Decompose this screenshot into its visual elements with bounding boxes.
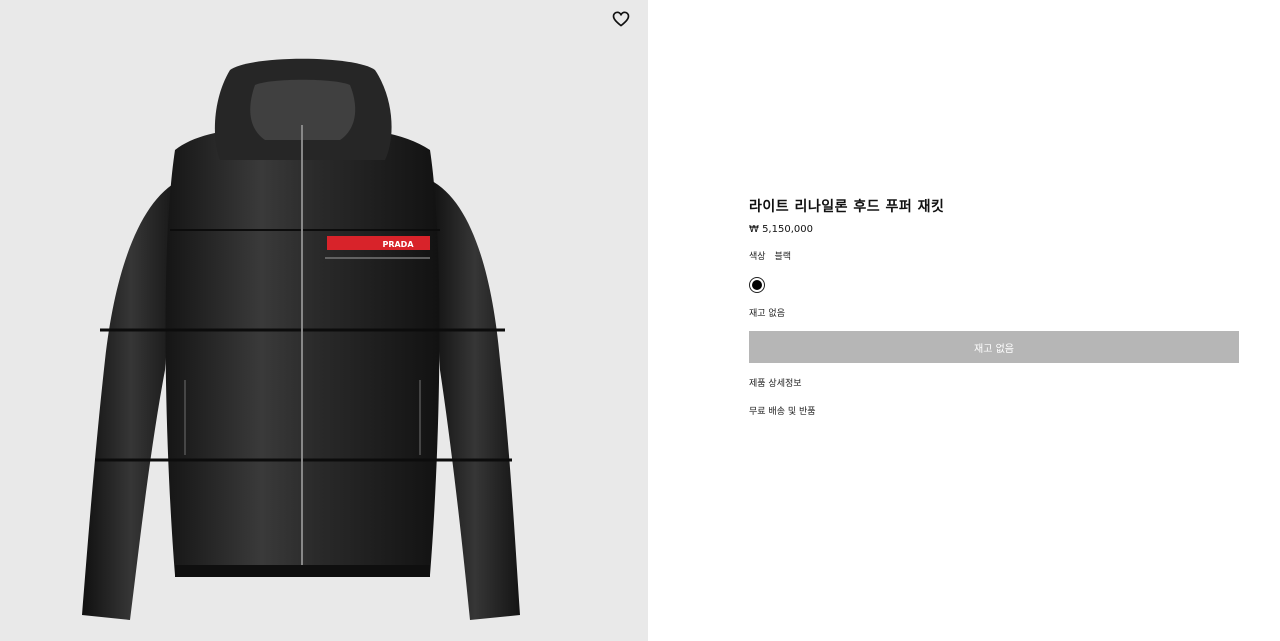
- product-title: 라이트 리나일론 후드 푸퍼 재킷: [749, 199, 945, 215]
- color-swatch-black[interactable]: [749, 277, 765, 293]
- out-of-stock-button[interactable]: 재고 없음: [749, 331, 1239, 363]
- product-info-panel: 라이트 리나일론 후드 푸퍼 재킷 ₩ 5,150,000 색상 블랙 재고 없…: [749, 196, 1239, 419]
- shipping-returns-link[interactable]: 무료 배송 및 반품: [749, 405, 1239, 419]
- color-label: 색상: [749, 252, 766, 262]
- product-page: PRADA 라이트 리나일론 후드 푸퍼 재킷 ₩ 5,150,000 색상 블…: [0, 0, 1280, 641]
- brand-tag-text: PRADA: [382, 240, 414, 249]
- color-row: 색상 블랙: [749, 250, 1239, 264]
- brand-tag: [327, 236, 430, 250]
- product-image: PRADA: [82, 58, 520, 620]
- color-value: 블랙: [774, 252, 791, 262]
- heart-outline-icon[interactable]: [611, 9, 631, 29]
- product-price: ₩ 5,150,000: [749, 224, 813, 235]
- stock-status: 재고 없음: [749, 309, 785, 319]
- product-image-panel: PRADA: [0, 0, 648, 641]
- product-details-link[interactable]: 제품 상세정보: [749, 377, 1239, 391]
